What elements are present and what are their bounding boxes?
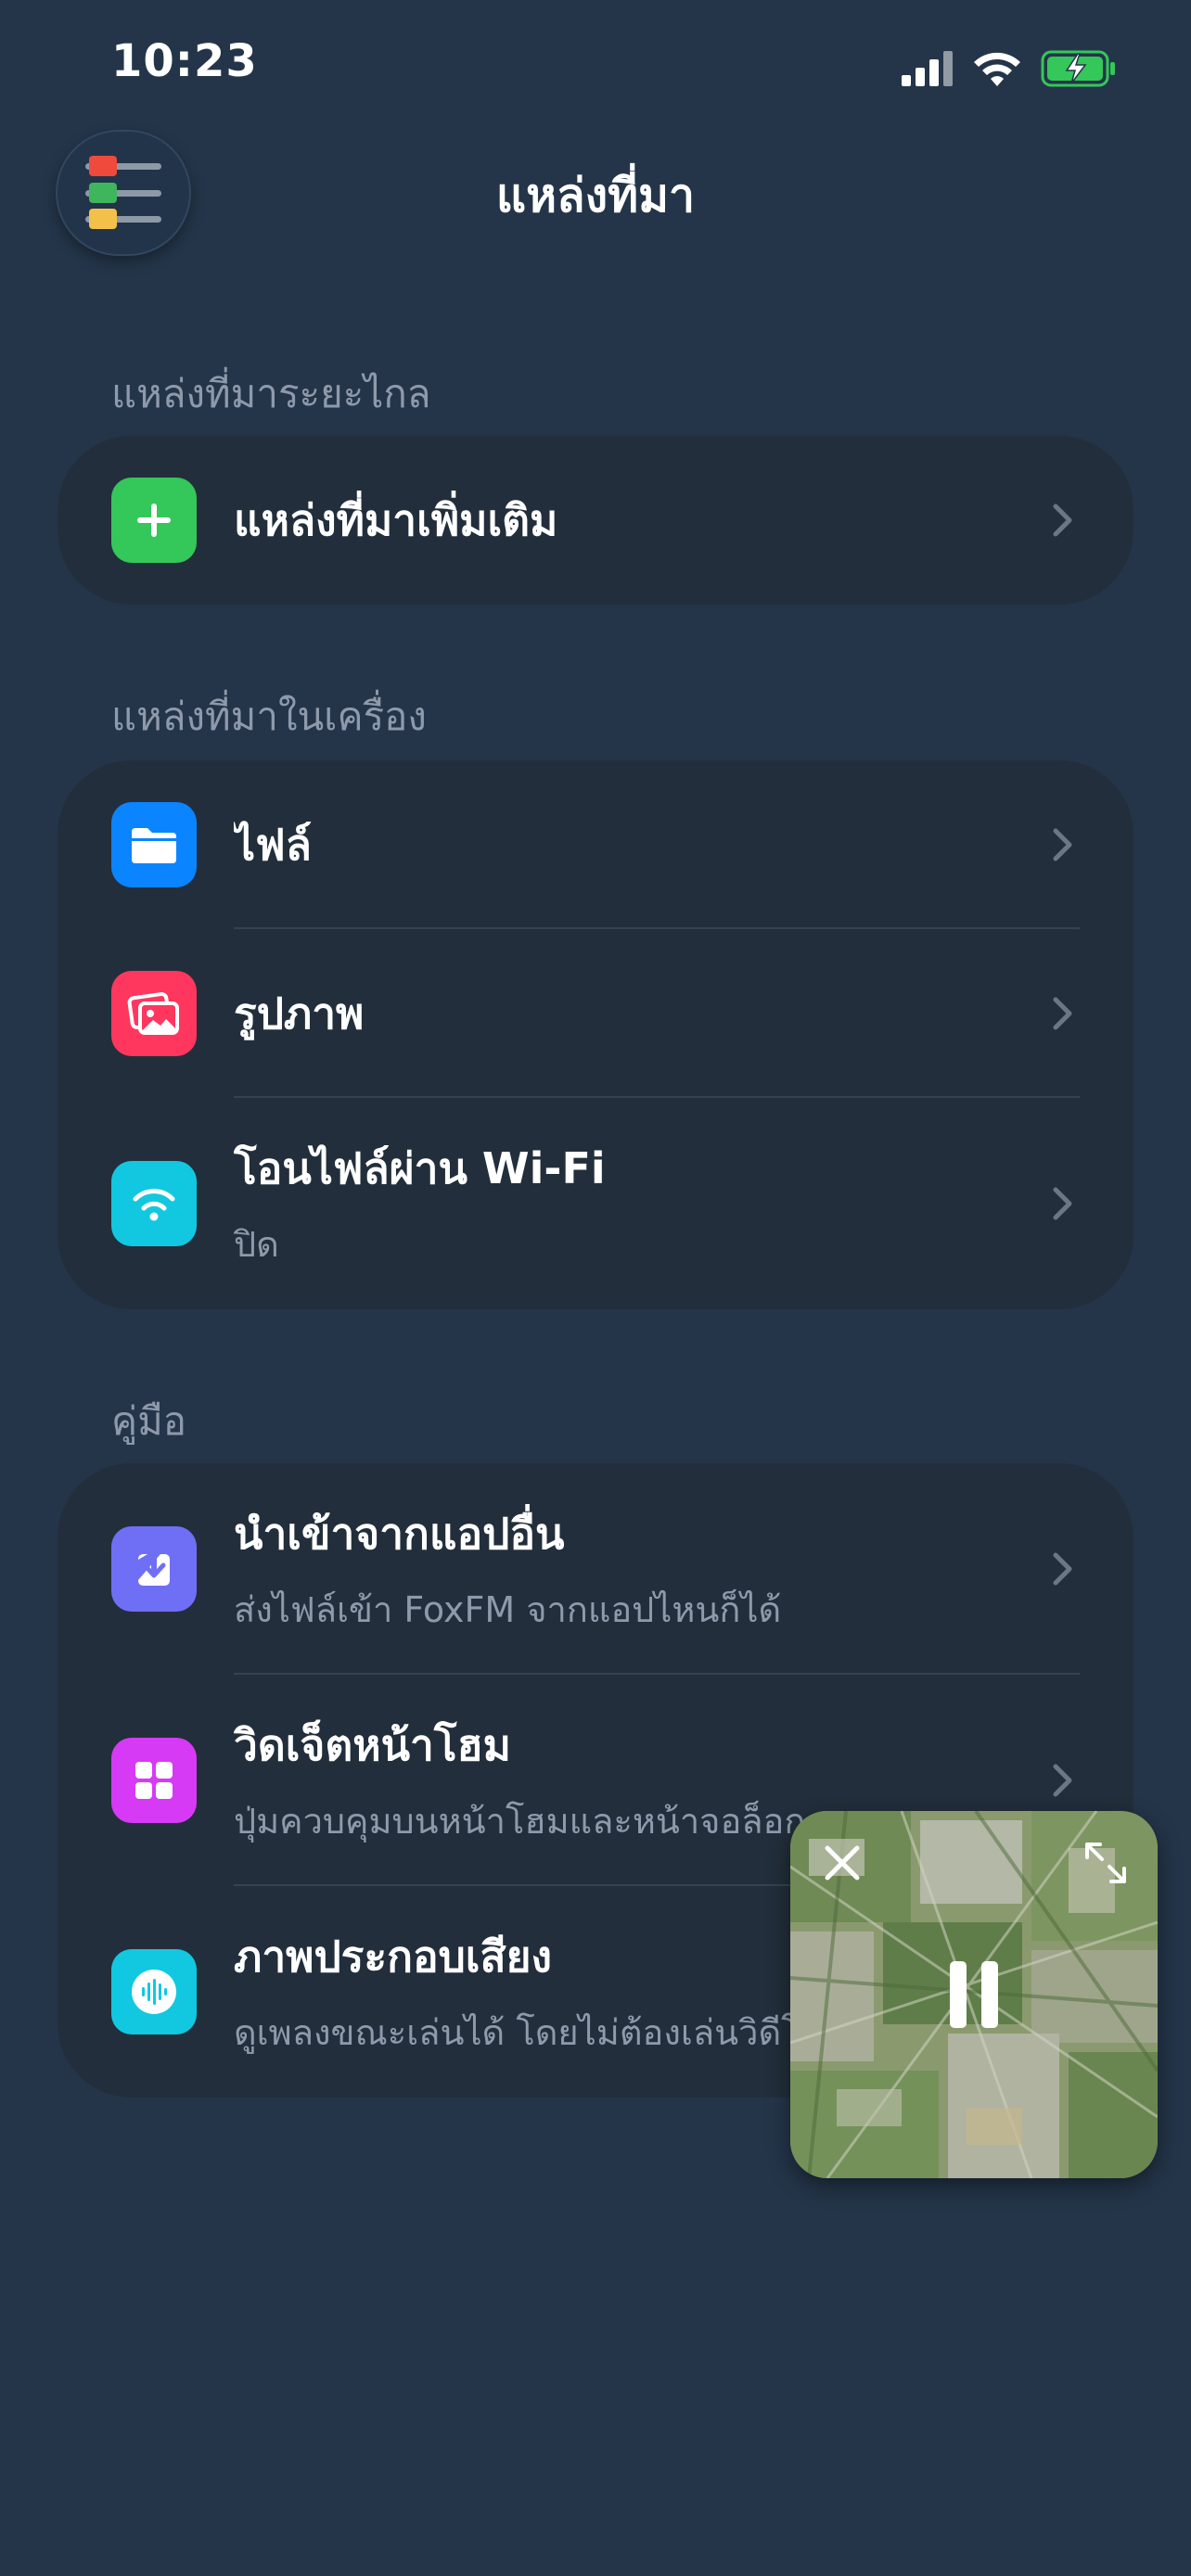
section-header-local: แหล่งที่มาในเครื่อง	[111, 694, 427, 739]
wifi-icon	[111, 1161, 197, 1246]
plus-icon	[111, 478, 197, 563]
pause-icon[interactable]	[946, 1959, 1002, 2030]
status-time: 10:23	[111, 35, 258, 87]
row-wifi-transfer-status: ปิด	[234, 1224, 279, 1265]
row-photos-text: รูปภาพ	[234, 980, 1013, 1048]
row-wifi-transfer[interactable]: โอนไฟล์ผ่าน Wi-Fi ปิด	[58, 1098, 1133, 1309]
download-tray-icon	[111, 1526, 197, 1612]
chevron-right-icon	[1044, 1185, 1082, 1222]
widget-grid-icon	[111, 1738, 197, 1823]
chevron-right-icon	[1044, 502, 1082, 539]
status-bar: 10:23	[0, 0, 1191, 130]
status-icons	[902, 45, 1117, 93]
expand-icon[interactable]	[1082, 1839, 1130, 1887]
chevron-right-icon	[1044, 1762, 1082, 1799]
row-photos[interactable]: รูปภาพ	[58, 929, 1133, 1098]
close-icon[interactable]	[818, 1839, 866, 1887]
section-header-guide: คู่มือ	[111, 1398, 187, 1444]
row-files-text: ไฟล์	[234, 811, 1013, 879]
row-home-widget-title: วิดเจ็ตหน้าโฮม	[234, 1720, 511, 1770]
page-title: แหล่งที่มา	[495, 169, 696, 223]
row-add-source-title: แหล่งที่มาเพิ่มเติม	[234, 494, 558, 545]
row-import-from-apps-title: นำเข้าจากแอปอื่น	[234, 1509, 565, 1559]
remote-sources-card: แหล่งที่มาเพิ่มเติม	[58, 436, 1133, 605]
row-wifi-transfer-title: โอนไฟล์ผ่าน Wi-Fi	[234, 1143, 606, 1193]
wifi-status-icon	[974, 52, 1020, 86]
row-photos-title: รูปภาพ	[234, 988, 365, 1039]
row-files[interactable]: ไฟล์	[58, 760, 1133, 929]
folder-icon	[111, 802, 197, 887]
row-wifi-transfer-text: โอนไฟล์ผ่าน Wi-Fi ปิด	[234, 1135, 1013, 1272]
pip-video-player[interactable]	[790, 1811, 1158, 2178]
local-sources-card: ไฟล์ รูปภาพ โอนไฟล์ผ่าน Wi-Fi ปิด	[58, 760, 1133, 1309]
row-files-title: ไฟล์	[234, 819, 312, 870]
nav-bar: แหล่งที่มา	[0, 130, 1191, 260]
row-import-from-apps[interactable]: นำเข้าจากแอปอื่น ส่งไฟล์เข้า FoxFM จากแอ…	[58, 1463, 1133, 1675]
section-header-remote: แหล่งที่มาระยะไกล	[111, 371, 431, 416]
battery-charging-icon	[1041, 50, 1115, 87]
row-add-source[interactable]: แหล่งที่มาเพิ่มเติม	[58, 436, 1133, 605]
chevron-right-icon	[1044, 826, 1082, 863]
chevron-right-icon	[1044, 995, 1082, 1032]
photos-icon	[111, 971, 197, 1056]
row-add-source-text: แหล่งที่มาเพิ่มเติม	[234, 487, 1013, 555]
row-import-from-apps-text: นำเข้าจากแอปอื่น ส่งไฟล์เข้า FoxFM จากแอ…	[234, 1500, 1013, 1638]
chevron-right-icon	[1044, 1550, 1082, 1588]
cellular-signal-icon	[902, 51, 953, 86]
audio-waveform-icon	[111, 1949, 197, 2034]
row-import-from-apps-subtitle: ส่งไฟล์เข้า FoxFM จากแอปไหนก็ได้	[234, 1589, 782, 1630]
